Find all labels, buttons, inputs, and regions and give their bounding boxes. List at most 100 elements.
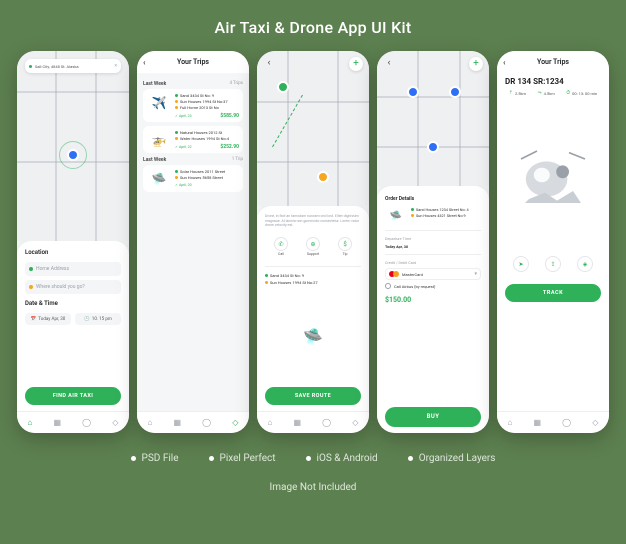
zoom-in-icon[interactable]: + bbox=[469, 57, 483, 71]
date-chip[interactable]: 📅Today Apr, 30 bbox=[25, 313, 71, 325]
route-from: Sand 3434 St No: 9 bbox=[270, 273, 304, 278]
nav-map-icon[interactable]: ▦ bbox=[294, 418, 302, 427]
send-icon[interactable]: ➤ bbox=[513, 256, 529, 272]
current-location-pin-icon bbox=[67, 149, 79, 161]
trip-from: Sand 3434 St No: 9 bbox=[180, 93, 214, 98]
drone-crash-icon bbox=[513, 135, 593, 215]
bookmark-icon[interactable]: ◈ bbox=[577, 256, 593, 272]
trip-from: Natural Houses 2012 St bbox=[180, 130, 222, 135]
nav-chat-icon[interactable]: ◯ bbox=[322, 418, 331, 427]
address-pill[interactable]: Sall City, 4848 St. Alaska × bbox=[25, 59, 121, 73]
nav-profile-icon[interactable]: ◇ bbox=[592, 418, 598, 427]
track-header: ‹ Your Trips bbox=[497, 51, 609, 73]
departure-value-row: Today Apr, 30 bbox=[385, 244, 481, 249]
buy-button[interactable]: BUY bbox=[385, 407, 481, 427]
close-icon[interactable]: × bbox=[114, 63, 117, 69]
find-air-taxi-button[interactable]: FIND AIR TAXI bbox=[25, 387, 121, 405]
order-details-label: Order Details bbox=[385, 196, 481, 202]
nav-chat-icon[interactable]: ◯ bbox=[562, 418, 571, 427]
drone-icon: 🛸 bbox=[385, 207, 407, 225]
trip-price: $252.90 bbox=[220, 144, 239, 150]
nav-profile-icon[interactable]: ◇ bbox=[232, 418, 238, 427]
nav-profile-icon[interactable]: ◇ bbox=[112, 418, 118, 427]
address-text: Sall City, 4848 St. Alaska bbox=[35, 64, 111, 69]
nav-map-icon[interactable]: ▦ bbox=[534, 418, 542, 427]
trip-to: Sun Houses 1994 St No:37 bbox=[180, 99, 228, 104]
dot-orange-icon bbox=[175, 100, 178, 103]
dot-orange-icon bbox=[175, 176, 178, 179]
trip-to: Water Houses 1994 St No:4 bbox=[180, 136, 229, 141]
pay-label: Credit / Debit Card bbox=[385, 260, 481, 265]
order-total: $150.00 bbox=[385, 296, 481, 304]
metric-dist: ⤳4.5km bbox=[538, 90, 555, 96]
zoom-in-icon[interactable]: + bbox=[349, 57, 363, 71]
trips-header: ‹ Your Trips bbox=[137, 51, 249, 73]
dot-orange-icon bbox=[175, 106, 178, 109]
booking-sheet: Location Home Address Where should you g… bbox=[17, 241, 129, 411]
nav-profile-icon[interactable]: ◇ bbox=[352, 418, 358, 427]
nav-home-icon[interactable]: ⌂ bbox=[268, 418, 273, 427]
dropoff-input[interactable]: Where should you go? bbox=[25, 280, 121, 294]
nav-chat-icon[interactable]: ◯ bbox=[82, 418, 91, 427]
pin-icon bbox=[449, 86, 461, 98]
dropoff-placeholder: Where should you go? bbox=[36, 284, 85, 290]
card-select[interactable]: MasterCard ▾ bbox=[385, 268, 481, 280]
actions-row: ✆Call ⊕Support $Tip bbox=[265, 237, 361, 256]
route-desc: Drone, in fact an tamodam nuncam ond los… bbox=[265, 214, 361, 228]
bullet-icon bbox=[131, 456, 136, 461]
bottom-nav: ⌂ ▦ ◯ ◇ bbox=[257, 411, 369, 433]
save-route-button[interactable]: SAVE ROUTE bbox=[265, 387, 361, 405]
dot-green-icon bbox=[29, 267, 33, 271]
order-from: Sand Houses 1234 Street No: 4 bbox=[416, 207, 469, 212]
back-icon[interactable]: ‹ bbox=[143, 58, 145, 67]
map-order[interactable]: ‹ + bbox=[377, 51, 489, 186]
pin-start-icon bbox=[277, 81, 289, 93]
trip-to: Sun Houses 5658 Street bbox=[180, 175, 223, 180]
share-icon[interactable]: ⇪ bbox=[545, 256, 561, 272]
trip-date: ✓ April, 23 bbox=[175, 114, 192, 118]
track-button[interactable]: TRACK bbox=[505, 284, 601, 302]
trip-extra: Full Home 2013 St No bbox=[180, 105, 219, 110]
time-icon: ⏱ bbox=[566, 90, 570, 96]
map[interactable]: Sall City, 4848 St. Alaska × bbox=[17, 51, 129, 241]
crashed-drone-illustration bbox=[497, 100, 609, 250]
week-header-1: Last Week 4 Trips bbox=[143, 81, 243, 87]
time-chip[interactable]: 🕑10. 15 pm bbox=[75, 313, 121, 325]
share-row: ➤ ⇪ ◈ bbox=[497, 250, 609, 278]
dot-green-icon bbox=[411, 208, 414, 211]
features-row: PSD File Pixel Perfect iOS & Android Org… bbox=[0, 453, 626, 464]
order-to: Sun Houses 4321 Street No:9 bbox=[416, 213, 466, 218]
map-route[interactable]: ‹ + bbox=[257, 51, 369, 206]
drone-icon: ✈️ bbox=[147, 93, 171, 113]
week-label: Last Week bbox=[143, 157, 166, 163]
pickup-input[interactable]: Home Address bbox=[25, 262, 121, 276]
screen-route: ‹ + Drone, in fact an tamodam nuncam ond… bbox=[257, 51, 369, 433]
date-text: Today Apr, 30 bbox=[38, 317, 65, 322]
nav-map-icon[interactable]: ▦ bbox=[54, 418, 62, 427]
trip-card[interactable]: 🚁 Natural Houses 2012 St Water Houses 19… bbox=[143, 126, 243, 153]
nav-chat-icon[interactable]: ◯ bbox=[202, 418, 211, 427]
back-icon[interactable]: ‹ bbox=[503, 58, 505, 67]
action-tip[interactable]: $Tip bbox=[338, 237, 352, 256]
feature-text: Pixel Perfect bbox=[220, 453, 276, 464]
nav-map-icon[interactable]: ▦ bbox=[174, 418, 182, 427]
alt-payment-option[interactable]: Call Airbus (by request) bbox=[385, 283, 481, 289]
trip-card[interactable]: 🛸 Solar Houses 2011 Street Sun Houses 56… bbox=[143, 165, 243, 192]
trip-card[interactable]: ✈️ Sand 3434 St No: 9 Sun Houses 1994 St… bbox=[143, 89, 243, 122]
action-support[interactable]: ⊕Support bbox=[306, 237, 320, 256]
calendar-icon: 📅 bbox=[31, 317, 37, 322]
dot-green-icon bbox=[175, 131, 178, 134]
feature-text: iOS & Android bbox=[317, 453, 378, 464]
back-icon[interactable]: ‹ bbox=[263, 57, 275, 69]
datetime-label: Date & Time bbox=[25, 300, 121, 307]
bottom-nav: ⌂ ▦ ◯ ◇ bbox=[137, 411, 249, 433]
nav-home-icon[interactable]: ⌂ bbox=[148, 418, 153, 427]
nav-home-icon[interactable]: ⌂ bbox=[28, 418, 33, 427]
bottom-nav: ⌂ ▦ ◯ ◇ bbox=[497, 411, 609, 433]
back-icon[interactable]: ‹ bbox=[383, 57, 395, 69]
trips-body[interactable]: Last Week 4 Trips ✈️ Sand 3434 St No: 9 … bbox=[137, 73, 249, 411]
nav-home-icon[interactable]: ⌂ bbox=[508, 418, 513, 427]
feature-item: Organized Layers bbox=[408, 453, 496, 464]
pin-icon bbox=[407, 86, 419, 98]
action-call[interactable]: ✆Call bbox=[274, 237, 288, 256]
